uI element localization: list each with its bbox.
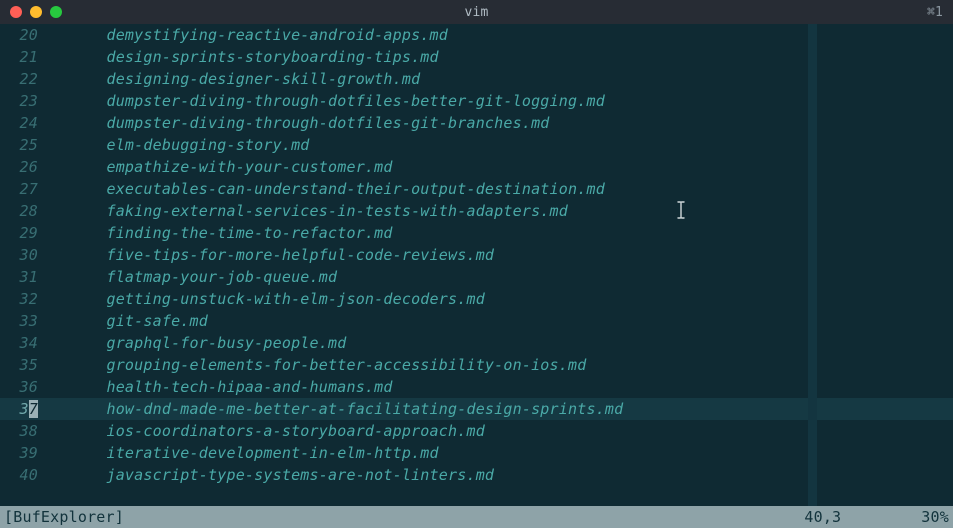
line-content: getting-unstuck-with-elm-json-decoders.m…	[88, 288, 953, 310]
line-content: executables-can-understand-their-output-…	[88, 178, 953, 200]
line-number: 24	[0, 112, 88, 134]
line-content: dumpster-diving-through-dotfiles-git-bra…	[88, 112, 953, 134]
line-number: 33	[0, 310, 88, 332]
line-content: demystifying-reactive-android-apps.md	[88, 24, 953, 46]
status-percent: 30%	[921, 508, 949, 526]
titlebar: vim ⌘1	[0, 0, 953, 24]
line-content: how-dnd-made-me-better-at-facilitating-d…	[88, 398, 953, 420]
line-content: health-tech-hipaa-and-humans.md	[88, 376, 953, 398]
line-number: 20	[0, 24, 88, 46]
line-number: 32	[0, 288, 88, 310]
line-number: 34	[0, 332, 88, 354]
line-content: grouping-elements-for-better-accessibili…	[88, 354, 953, 376]
line-content: git-safe.md	[88, 310, 953, 332]
line-content: faking-external-services-in-tests-with-a…	[88, 200, 953, 222]
line-number: 27	[0, 178, 88, 200]
titlebar-shortcut: ⌘1	[927, 5, 943, 20]
line-number: 36	[0, 376, 88, 398]
line-number: 23	[0, 90, 88, 112]
line-number: 21	[0, 46, 88, 68]
status-position: 40,3	[804, 508, 921, 526]
line-number: 37	[0, 398, 88, 420]
line-number: 22	[0, 68, 88, 90]
line-content: design-sprints-storyboarding-tips.md	[88, 46, 953, 68]
line-number: 38	[0, 420, 88, 442]
window-title: vim	[0, 5, 953, 20]
line-content: flatmap-your-job-queue.md	[88, 266, 953, 288]
line-content: graphql-for-busy-people.md	[88, 332, 953, 354]
line-content: five-tips-for-more-helpful-code-reviews.…	[88, 244, 953, 266]
line-number: 40	[0, 464, 88, 486]
line-content: finding-the-time-to-refactor.md	[88, 222, 953, 244]
line-number: 35	[0, 354, 88, 376]
statusbar: [BufExplorer] 40,3 30%	[0, 506, 953, 528]
line-number: 25	[0, 134, 88, 156]
status-mode: [BufExplorer]	[4, 508, 124, 526]
line-number: 30	[0, 244, 88, 266]
color-column	[808, 24, 817, 506]
line-content: javascript-type-systems-are-not-linters.…	[88, 464, 953, 486]
line-content: designing-designer-skill-growth.md	[88, 68, 953, 90]
line-number: 39	[0, 442, 88, 464]
line-number: 26	[0, 156, 88, 178]
line-number: 31	[0, 266, 88, 288]
line-content: ios-coordinators-a-storyboard-approach.m…	[88, 420, 953, 442]
line-content: dumpster-diving-through-dotfiles-better-…	[88, 90, 953, 112]
cursor: 7	[29, 400, 38, 418]
line-number: 28	[0, 200, 88, 222]
line-content: elm-debugging-story.md	[88, 134, 953, 156]
line-content: iterative-development-in-elm-http.md	[88, 442, 953, 464]
line-content: empathize-with-your-customer.md	[88, 156, 953, 178]
editor-area[interactable]: 20 demystifying-reactive-android-apps.md…	[0, 24, 953, 506]
line-number: 29	[0, 222, 88, 244]
